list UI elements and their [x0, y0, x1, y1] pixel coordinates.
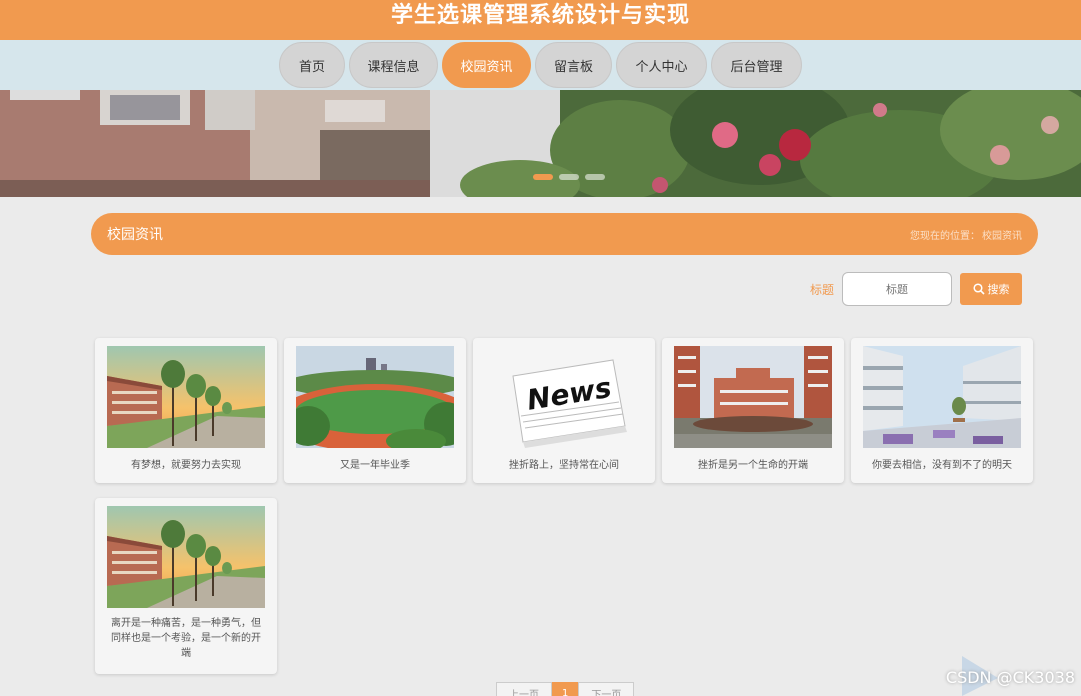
breadcrumb: 您现在的位置： 校园资讯 — [910, 227, 1022, 242]
banner-image — [0, 90, 1081, 197]
news-thumbnail-campus-sunset — [107, 346, 265, 448]
news-card-3[interactable]: News 挫折路上，坚持常在心间 — [473, 338, 655, 483]
news-thumbnail-modern-plaza — [863, 346, 1021, 448]
section-title: 校园资讯 — [107, 227, 163, 243]
site-title: 学生选课管理系统设计与实现 — [390, 3, 690, 28]
search-label: 标题 — [810, 282, 835, 297]
breadcrumb-prefix: 您现在的位置： — [910, 230, 980, 242]
news-title[interactable]: 有梦想，就要努力去实现 — [107, 458, 265, 473]
search-icon — [972, 283, 985, 295]
carousel-dot-1[interactable] — [533, 174, 553, 180]
prev-page-button[interactable]: 上一页 — [496, 682, 552, 696]
nav-campus-news[interactable]: 校园资讯 — [442, 42, 531, 88]
carousel-dot-3[interactable] — [585, 174, 605, 180]
news-card-4[interactable]: 挫折是另一个生命的开端 — [662, 338, 844, 483]
news-card-6[interactable]: 离开是一种痛苦，是一种勇气，但同样也是一个考验，是一个新的开端 — [95, 498, 277, 674]
title-search-input[interactable] — [842, 272, 953, 306]
news-title[interactable]: 挫折路上，坚持常在心间 — [485, 458, 643, 473]
next-page-button[interactable]: 下一页 — [578, 682, 635, 696]
hero-banner — [0, 90, 1081, 197]
pagination: 上一页 1 下一页 — [496, 682, 635, 696]
page-number-current[interactable]: 1 — [552, 682, 579, 696]
news-title[interactable]: 离开是一种痛苦，是一种勇气，但同样也是一个考验，是一个新的开端 — [107, 616, 265, 661]
main-nav: 首页 课程信息 校园资讯 留言板 个人中心 后台管理 — [0, 40, 1081, 90]
news-title[interactable]: 你要去相信，没有到不了的明天 — [863, 458, 1021, 473]
nav-user-center[interactable]: 个人中心 — [616, 42, 707, 88]
banner-carousel-dots — [533, 174, 605, 180]
search-button[interactable]: 搜索 — [960, 273, 1023, 305]
breadcrumb-current[interactable]: 校园资讯 — [982, 227, 1022, 242]
news-card-1[interactable]: 有梦想，就要努力去实现 — [95, 338, 277, 483]
site-header: 学生选课管理系统设计与实现 — [0, 0, 1081, 40]
news-card-2[interactable]: 又是一年毕业季 — [284, 338, 466, 483]
news-title[interactable]: 又是一年毕业季 — [296, 458, 454, 473]
section-header: 校园资讯 您现在的位置： 校园资讯 — [91, 213, 1038, 255]
news-thumbnail-campus-sunset — [107, 506, 265, 608]
watermark-text: CSDN @CK3038 — [945, 668, 1075, 687]
news-thumbnail-newspaper: News — [485, 346, 643, 448]
carousel-dot-2[interactable] — [559, 174, 579, 180]
news-thumbnail-campus-buildings — [674, 346, 832, 448]
search-bar: 标题 搜索 — [810, 272, 1023, 306]
news-title[interactable]: 挫折是另一个生命的开端 — [674, 458, 832, 473]
search-button-label: 搜索 — [987, 284, 1010, 296]
nav-courses[interactable]: 课程信息 — [349, 42, 438, 88]
nav-home[interactable]: 首页 — [279, 42, 345, 88]
news-card-5[interactable]: 你要去相信，没有到不了的明天 — [851, 338, 1033, 483]
nav-message-board[interactable]: 留言板 — [535, 42, 612, 88]
news-thumbnail-sports-track — [296, 346, 454, 448]
nav-admin[interactable]: 后台管理 — [711, 42, 802, 88]
